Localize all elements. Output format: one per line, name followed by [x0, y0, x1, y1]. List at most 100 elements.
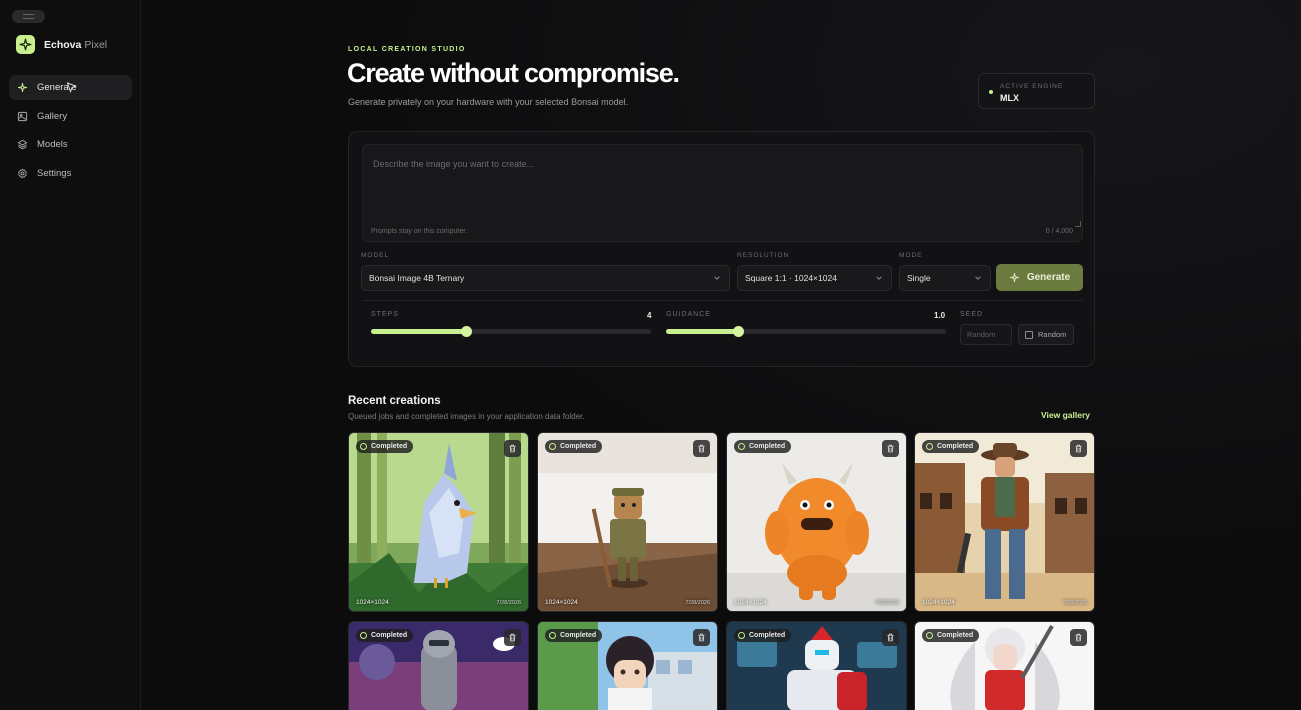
status-badge: Completed [734, 440, 792, 453]
sidebar-item-label: Settings [37, 167, 72, 179]
page-eyebrow: LOCAL CREATION STUDIO [348, 46, 466, 53]
sidebar-item-gallery[interactable]: Gallery [9, 104, 132, 129]
panel-divider [362, 300, 1083, 301]
status-badge: Completed [922, 440, 980, 453]
prompt-resize-handle[interactable] [1075, 221, 1081, 227]
brand-logo-icon [16, 35, 35, 54]
status-badge-label: Completed [749, 443, 786, 450]
guidance-slider[interactable] [666, 326, 946, 337]
prompt-input[interactable] [373, 159, 1063, 219]
card-resolution: 1024×1024 [545, 599, 578, 606]
random-seed-label: Random [1038, 330, 1067, 339]
chevron-down-icon [876, 276, 882, 280]
delete-button[interactable] [504, 440, 521, 457]
creation-card[interactable]: Completed 1024×1024 7/28/2026 [726, 432, 907, 612]
trash-icon [1075, 444, 1082, 453]
steps-slider[interactable] [371, 326, 651, 337]
creation-thumbnail [349, 433, 528, 611]
sidebar-toggle-button[interactable] [12, 10, 45, 23]
card-date: 7/28/2026 [496, 600, 521, 606]
sidebar-item-label: Gallery [37, 110, 68, 122]
creation-card[interactable]: Completed 1024×1024 7/28/2026 [348, 432, 529, 612]
sparkle-icon [1009, 272, 1019, 283]
layers-icon [17, 139, 28, 150]
sidebar-item-models[interactable]: Models [9, 132, 132, 157]
card-date: 7/28/2026 [1062, 600, 1087, 606]
model-select[interactable]: Bonsai Image 4B Ternary [361, 265, 730, 291]
mode-select[interactable]: Single [899, 265, 991, 291]
delete-button[interactable] [882, 440, 899, 457]
check-circle-icon [926, 632, 933, 639]
delete-button[interactable] [882, 629, 899, 646]
recent-subtitle: Queued jobs and completed images in your… [348, 412, 585, 421]
trash-icon [1075, 633, 1082, 642]
status-badge: Completed [356, 440, 414, 453]
main-content: LOCAL CREATION STUDIO Create without com… [141, 0, 1301, 710]
guidance-slider-thumb[interactable] [733, 326, 745, 337]
resolution-label: RESOLUTION [737, 252, 790, 259]
recent-title: Recent creations [348, 395, 441, 407]
app-window: Echova Pixel Generate Gallery Models Sett… [0, 0, 1301, 710]
card-resolution: 1024×1024 [922, 599, 955, 606]
steps-slider-thumb[interactable] [460, 326, 472, 337]
card-date: 7/28/2026 [874, 600, 899, 606]
delete-button[interactable] [693, 440, 710, 457]
engine-status-dot [989, 90, 993, 94]
trash-icon [887, 633, 894, 642]
mode-select-value: Single [907, 273, 931, 283]
mode-label: MODE [899, 252, 923, 259]
creation-card[interactable]: Completed [537, 621, 718, 710]
card-resolution: 1024×1024 [734, 599, 767, 606]
gallery-icon [17, 111, 28, 121]
status-badge-label: Completed [937, 632, 974, 639]
chevron-down-icon [714, 276, 720, 280]
delete-button[interactable] [1070, 629, 1087, 646]
brand: Echova Pixel [16, 35, 107, 54]
active-engine-card: ACTIVE ENGINE MLX [978, 73, 1095, 109]
check-circle-icon [549, 443, 556, 450]
view-gallery-link[interactable]: View gallery [1041, 410, 1090, 420]
delete-button[interactable] [1070, 440, 1087, 457]
check-circle-icon [360, 443, 367, 450]
status-badge-label: Completed [371, 443, 408, 450]
creation-thumbnail [727, 433, 906, 611]
generate-panel: Prompts stay on this computer. 0 / 4,000… [348, 131, 1095, 367]
prompt-char-counter: 0 / 4,000 [1045, 228, 1073, 235]
check-circle-icon [738, 443, 745, 450]
random-seed-toggle[interactable]: Random [1018, 324, 1074, 345]
gear-icon [18, 168, 27, 178]
status-badge-label: Completed [749, 632, 786, 639]
creation-card[interactable]: Completed [348, 621, 529, 710]
sidebar-item-generate[interactable]: Generate [9, 75, 132, 100]
generate-button-label: Generate [1026, 272, 1071, 283]
creation-card[interactable]: Completed 1024×1024 7/28/2026 [537, 432, 718, 612]
trash-icon [509, 633, 516, 642]
prompt-box: Prompts stay on this computer. 0 / 4,000 [362, 144, 1083, 242]
random-seed-checkbox[interactable] [1025, 330, 1033, 339]
resolution-select[interactable]: Square 1:1 · 1024×1024 [737, 265, 892, 291]
model-select-value: Bonsai Image 4B Ternary [369, 273, 465, 283]
brand-name: Echova Pixel [44, 39, 107, 51]
generate-button[interactable]: Generate [996, 264, 1083, 291]
status-badge-label: Completed [560, 632, 597, 639]
seed-label: SEED [960, 311, 984, 318]
prompt-privacy-note: Prompts stay on this computer. [371, 228, 468, 235]
creation-card[interactable]: Completed 1024×1024 7/28/2026 [914, 432, 1095, 612]
steps-label: STEPS [371, 311, 399, 318]
check-circle-icon [926, 443, 933, 450]
sidebar-item-settings[interactable]: Settings [9, 161, 132, 186]
check-circle-icon [360, 632, 367, 639]
creation-card[interactable]: Completed [726, 621, 907, 710]
check-circle-icon [549, 632, 556, 639]
engine-label: ACTIVE ENGINE [1000, 83, 1064, 90]
card-date: 7/28/2026 [685, 600, 710, 606]
delete-button[interactable] [504, 629, 521, 646]
status-badge: Completed [356, 629, 414, 642]
guidance-value: 1.0 [934, 311, 946, 320]
seed-input[interactable] [960, 324, 1012, 345]
status-badge: Completed [734, 629, 792, 642]
status-badge-label: Completed [937, 443, 974, 450]
creation-card[interactable]: Completed [914, 621, 1095, 710]
delete-button[interactable] [693, 629, 710, 646]
creation-thumbnail [915, 433, 1094, 611]
